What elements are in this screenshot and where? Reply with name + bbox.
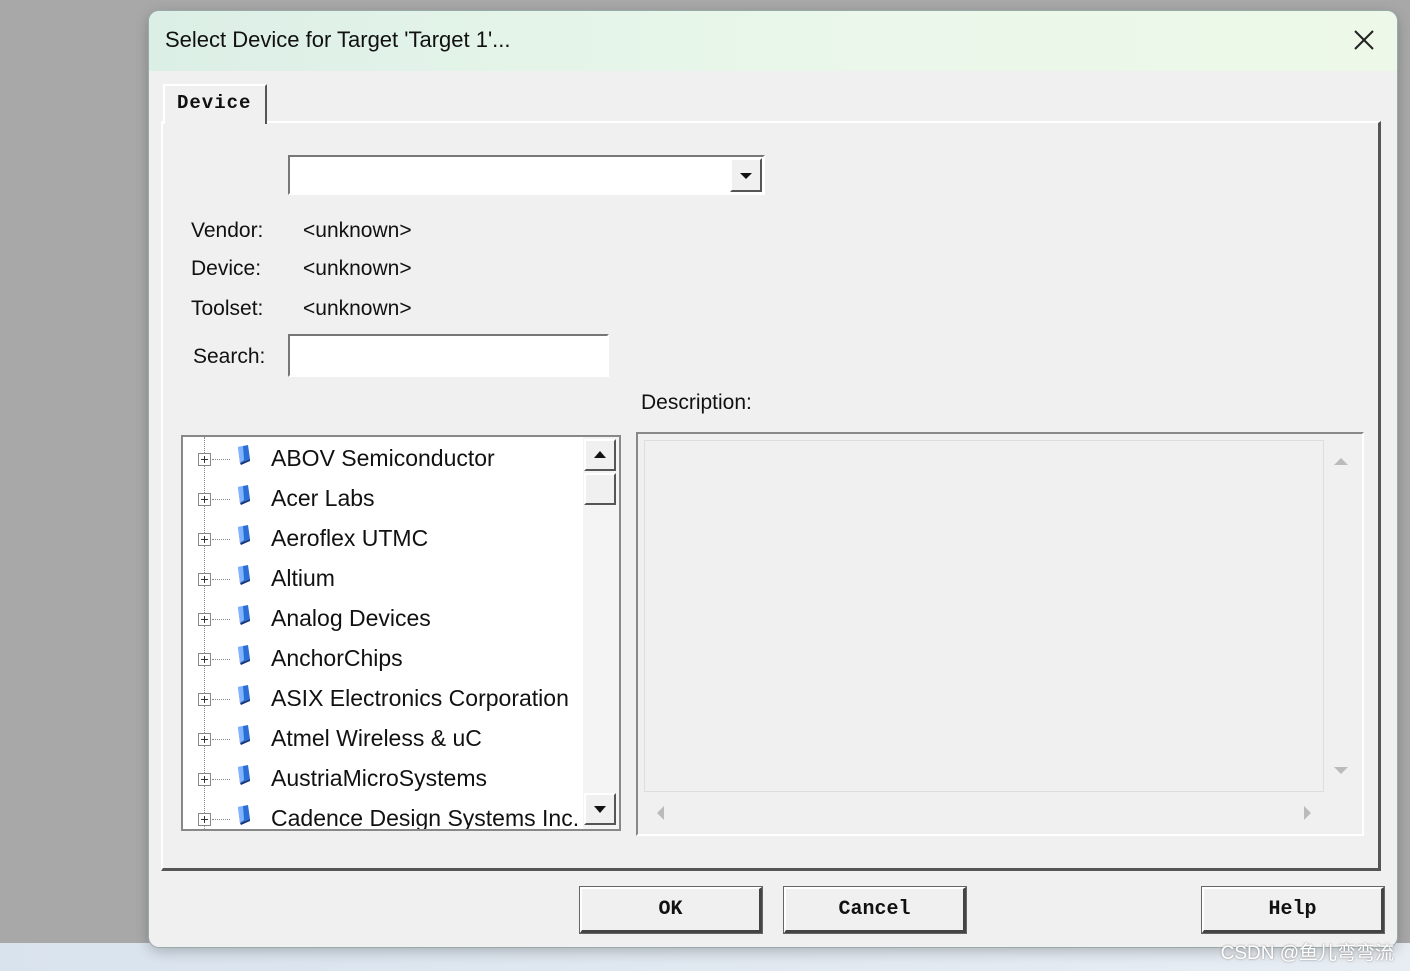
tree-item-label: ASIX Electronics Corporation <box>271 685 569 711</box>
scroll-down-button[interactable] <box>584 793 616 825</box>
vendor-tree[interactable]: ABOV Semiconductor Acer Labs Aeroflex UTMC… <box>181 435 621 831</box>
device-database-select[interactable] <box>288 155 765 195</box>
select-device-dialog: Select Device for Target 'Target 1'... D… <box>149 11 1397 947</box>
tree-item[interactable]: AnchorChips <box>183 639 583 679</box>
chip-icon <box>238 765 250 785</box>
arrow-down-icon <box>1334 767 1348 774</box>
tree-connector <box>212 739 230 740</box>
scroll-up-button[interactable] <box>584 439 616 471</box>
tree-connector <box>212 459 230 460</box>
dropdown-button[interactable] <box>730 158 762 192</box>
scroll-thumb[interactable] <box>584 473 616 505</box>
toolset-value: <unknown> <box>303 297 412 320</box>
tree-item-label: Atmel Wireless & uC <box>271 725 482 751</box>
tree-item[interactable]: Cadence Design Systems Inc. <box>183 799 583 831</box>
tree-item[interactable]: Aeroflex UTMC <box>183 519 583 559</box>
tree-item-label: AnchorChips <box>271 645 403 671</box>
tree-connector <box>212 659 230 660</box>
arrow-up-icon <box>1334 458 1348 465</box>
vendor-label: Vendor: <box>191 219 264 242</box>
tree-connector <box>212 579 230 580</box>
taskbar-strip <box>0 943 1410 971</box>
description-vertical-scrollbar[interactable] <box>1326 440 1356 790</box>
tree-connector <box>212 499 230 500</box>
device-label: Device: <box>191 257 262 280</box>
chip-icon <box>238 725 250 745</box>
tree-item-label: ABOV Semiconductor <box>271 445 495 471</box>
chip-icon <box>238 565 250 585</box>
chip-icon <box>238 605 250 625</box>
vendor-value: <unknown> <box>303 219 412 242</box>
tree-connector <box>212 779 230 780</box>
expand-icon[interactable] <box>198 653 211 666</box>
description-label: Description: <box>641 391 752 414</box>
expand-icon[interactable] <box>198 573 211 586</box>
toolset-label: Toolset: <box>191 297 264 320</box>
close-button[interactable] <box>1347 23 1381 57</box>
help-button[interactable]: Help <box>1201 886 1385 934</box>
tree-connector <box>212 699 230 700</box>
chip-icon <box>238 805 250 825</box>
device-value: <unknown> <box>303 257 412 280</box>
tree-item[interactable]: ASIX Electronics Corporation <box>183 679 583 719</box>
description-text-area <box>644 440 1324 792</box>
expand-icon[interactable] <box>198 693 211 706</box>
expand-icon[interactable] <box>198 773 211 786</box>
tree-item-label: Analog Devices <box>271 605 431 631</box>
tree-item[interactable]: Analog Devices <box>183 599 583 639</box>
expand-icon[interactable] <box>198 613 211 626</box>
tree-connector <box>212 819 230 820</box>
expand-icon[interactable] <box>198 493 211 506</box>
chip-icon <box>238 525 250 545</box>
tab-device-label: Device <box>177 92 252 114</box>
tree-connector <box>212 539 230 540</box>
expand-icon[interactable] <box>198 813 211 826</box>
description-horizontal-scrollbar[interactable] <box>644 798 1322 828</box>
title-bar: Select Device for Target 'Target 1'... <box>149 11 1397 71</box>
expand-icon[interactable] <box>198 733 211 746</box>
expand-icon[interactable] <box>198 453 211 466</box>
watermark: CSDN @鱼儿弯弯流 <box>1220 943 1394 964</box>
tree-connector <box>212 619 230 620</box>
tab-device[interactable]: Device <box>163 84 267 124</box>
description-box <box>636 432 1364 836</box>
arrow-right-icon <box>1304 806 1311 820</box>
tree-item-label: Aeroflex UTMC <box>271 525 429 551</box>
expand-icon[interactable] <box>198 533 211 546</box>
close-icon <box>1354 30 1374 50</box>
ok-button[interactable]: OK <box>579 886 763 934</box>
tree-item[interactable]: Atmel Wireless & uC <box>183 719 583 759</box>
cancel-button[interactable]: Cancel <box>783 886 967 934</box>
arrow-down-icon <box>594 806 606 813</box>
chip-icon <box>238 645 250 665</box>
arrow-left-icon <box>657 806 664 820</box>
chip-icon <box>238 685 250 705</box>
tree-item[interactable]: Altium <box>183 559 583 599</box>
tree-item[interactable]: ABOV Semiconductor <box>183 439 583 479</box>
dialog-title: Select Device for Target 'Target 1'... <box>165 27 511 52</box>
search-label: Search: <box>193 345 266 368</box>
tree-vertical-scrollbar[interactable] <box>583 437 619 829</box>
tree-item-label: Cadence Design Systems Inc. <box>271 805 580 831</box>
tree-item[interactable]: Acer Labs <box>183 479 583 519</box>
tree-item-label: AustriaMicroSystems <box>271 765 487 791</box>
arrow-up-icon <box>594 451 606 458</box>
tree-item[interactable]: AustriaMicroSystems <box>183 759 583 799</box>
tree-item-label: Acer Labs <box>271 485 375 511</box>
chevron-down-icon <box>740 173 752 179</box>
chip-icon <box>238 485 250 505</box>
tree-item-label: Altium <box>271 565 335 591</box>
search-input[interactable] <box>288 334 609 377</box>
chip-icon <box>238 445 250 465</box>
